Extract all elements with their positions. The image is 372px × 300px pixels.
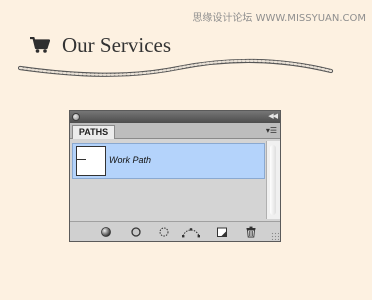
paths-list: Work Path (72, 141, 265, 219)
panel-titlebar[interactable]: ◀◀ (70, 111, 280, 123)
panel-menu-icon[interactable]: ▾☰ (263, 126, 277, 136)
load-as-selection-icon[interactable] (158, 226, 170, 238)
stroke-path-icon[interactable] (130, 226, 142, 238)
new-path-icon[interactable] (216, 226, 228, 238)
trash-icon[interactable] (245, 226, 257, 238)
fill-path-icon[interactable] (100, 226, 112, 238)
make-work-path-icon[interactable] (181, 226, 201, 238)
paths-panel: ◀◀ PATHS ▾☰ Work Path (69, 110, 281, 242)
tab-paths[interactable]: PATHS (72, 125, 115, 139)
shopping-cart-icon (30, 37, 50, 53)
collapse-icon[interactable]: ◀◀ (268, 111, 278, 123)
panel-tabbar: PATHS ▾☰ (70, 123, 280, 139)
path-thumbnail (76, 146, 106, 176)
path-row-work-path[interactable]: Work Path (72, 143, 265, 179)
decorative-rope-divider (18, 58, 334, 77)
scrollbar-thumb[interactable] (270, 145, 276, 215)
vertical-scrollbar[interactable] (266, 141, 280, 219)
close-icon[interactable] (72, 113, 80, 121)
section-title: Our Services (62, 32, 172, 57)
panel-toolbar (70, 221, 280, 241)
path-name: Work Path (109, 155, 152, 165)
resize-grip[interactable] (271, 232, 279, 240)
watermark: 思缘设计论坛 WWW.MISSYUAN.COM (192, 13, 366, 24)
